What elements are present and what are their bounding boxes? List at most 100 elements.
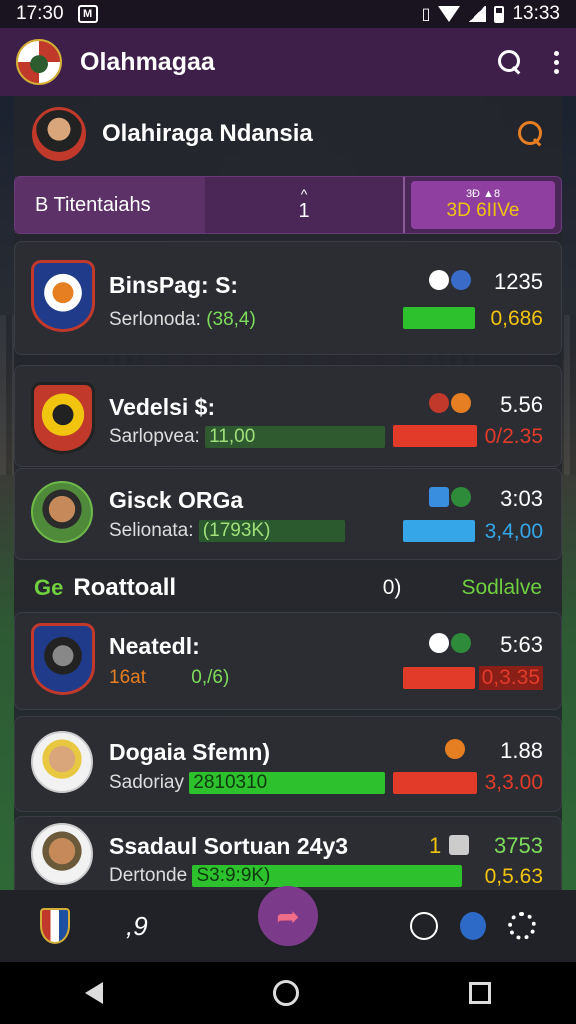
player-avatar bbox=[31, 481, 93, 543]
app-logo bbox=[16, 39, 62, 85]
list-item[interactable]: Ssadaul Sortuan 24y3 Dertonde S3:9:9K) 1… bbox=[14, 816, 562, 894]
item-sub-value: (38,4) bbox=[206, 309, 256, 330]
live-button[interactable]: 3Ð ▲8 3D 6IIVe bbox=[411, 181, 555, 229]
team-crest bbox=[31, 623, 95, 695]
caret-up-icon: ^ bbox=[300, 185, 308, 202]
share-fab-button[interactable]: ➦ bbox=[258, 886, 318, 946]
search-icon[interactable] bbox=[518, 121, 544, 147]
progress-bar bbox=[393, 772, 477, 794]
soccer-ball-icon[interactable] bbox=[410, 912, 438, 940]
more-options-icon[interactable] bbox=[554, 50, 560, 74]
vibrate-icon: ▯ bbox=[421, 6, 431, 23]
item-number: 5.56 bbox=[500, 392, 543, 417]
item-sub-value: 11,00 bbox=[205, 426, 386, 448]
team-crest bbox=[31, 382, 95, 454]
signal-icon bbox=[468, 6, 487, 22]
soccer-ball-icon bbox=[429, 270, 449, 290]
ball-icon bbox=[451, 633, 471, 653]
share-arrow-icon: ➦ bbox=[276, 900, 300, 932]
team-shield-icon[interactable] bbox=[40, 908, 70, 944]
basketball-icon bbox=[445, 739, 465, 759]
section-icon: Ge bbox=[34, 575, 64, 600]
tab-titentaiahs[interactable]: B Titentaiahs bbox=[15, 177, 205, 233]
live-button-caption: 3Ð ▲8 bbox=[465, 188, 501, 200]
progress-bar bbox=[403, 307, 475, 329]
item-name: Ssadaul Sortuan 24y3 bbox=[109, 833, 349, 859]
item-name: Dogaia Sfemn) bbox=[109, 739, 271, 765]
list-item[interactable]: Gisck ORGa Selionata: (1793K) 3:03 3,4,0… bbox=[14, 468, 562, 560]
item-sub-label: Sarlopvea: bbox=[109, 426, 200, 448]
gear-icon[interactable] bbox=[508, 912, 536, 940]
organization-name: Olahiraga Ndansia bbox=[102, 120, 313, 147]
ball-icon bbox=[451, 393, 471, 413]
back-icon[interactable] bbox=[85, 982, 103, 1004]
item-sub-value: 2810310 bbox=[189, 772, 386, 794]
item-number: 3753 bbox=[494, 833, 543, 858]
player-avatar bbox=[31, 823, 93, 885]
item-subtitle: Selionata: (1793K) bbox=[109, 520, 345, 542]
item-value: 3,3.00 bbox=[484, 771, 543, 794]
tab-bar: B Titentaiahs ^ 1 3Ð ▲8 3D 6IIVe bbox=[14, 176, 562, 234]
item-sub-label: 16at bbox=[109, 667, 146, 688]
item-number: 3:03 bbox=[500, 486, 543, 511]
tab-label: B Titentaiahs bbox=[35, 193, 151, 216]
list-item[interactable]: Dogaia Sfemn) Sadoriay 2810310 1.88 3,3.… bbox=[14, 716, 562, 812]
item-value: 0,5.63 bbox=[484, 865, 543, 888]
progress-bar bbox=[393, 425, 477, 447]
home-icon[interactable] bbox=[273, 980, 299, 1006]
progress-bar bbox=[403, 667, 475, 689]
status-time: 17:30 bbox=[16, 3, 64, 24]
item-sub-label: Serlonoda: bbox=[109, 309, 201, 330]
battery-icon bbox=[494, 5, 505, 23]
bottom-nav-count[interactable]: ,9 bbox=[126, 911, 148, 942]
section-count: 0) bbox=[382, 576, 402, 599]
shield-icon bbox=[429, 487, 449, 507]
item-name: Neatedl: bbox=[109, 633, 200, 659]
status-bar: 17:30 M ▯ 13:33 bbox=[0, 0, 576, 28]
system-navigation-bar bbox=[0, 962, 576, 1024]
tab-live[interactable]: 3Ð ▲8 3D 6IIVe bbox=[405, 177, 561, 233]
organization-header: Olahiraga Ndansia bbox=[14, 96, 562, 172]
item-sub-value: S3:9:9K) bbox=[192, 865, 463, 887]
item-subtitle: 16at 0,/6) bbox=[109, 667, 229, 689]
item-sub-value: 0,/6) bbox=[191, 667, 230, 688]
item-sub-label: Dertonde bbox=[109, 865, 188, 887]
team-badge-icon[interactable] bbox=[460, 912, 486, 940]
tab-center[interactable]: ^ 1 bbox=[205, 177, 405, 233]
recents-icon[interactable] bbox=[469, 982, 491, 1004]
status-clock: 13:33 bbox=[512, 3, 560, 24]
item-name: BinsPag: S: bbox=[109, 272, 239, 298]
item-subtitle: Sadoriay 2810310 bbox=[109, 772, 386, 794]
team-crest bbox=[31, 260, 95, 332]
item-value: 0,686 bbox=[490, 307, 543, 330]
item-name: Gisck ORGa bbox=[109, 487, 244, 513]
bottom-navigation: ,9 ➦ bbox=[0, 886, 576, 962]
section-title: Roattoall bbox=[73, 574, 177, 601]
search-icon[interactable] bbox=[498, 50, 522, 74]
soccer-ball-icon bbox=[429, 633, 449, 653]
item-number: 5:63 bbox=[500, 632, 543, 657]
item-name: Vedelsi $: bbox=[109, 394, 216, 420]
progress-bar bbox=[403, 520, 475, 542]
item-value: 0/2.35 bbox=[484, 425, 543, 448]
item-value: 0,3.35 bbox=[478, 666, 543, 690]
item-number: 1.88 bbox=[500, 738, 543, 763]
shield-icon bbox=[429, 393, 449, 413]
item-number: 1235 bbox=[494, 269, 543, 294]
item-sub-value: (1793K) bbox=[198, 520, 345, 542]
item-subtitle: Sarlopvea: 11,00 bbox=[109, 426, 386, 448]
item-sub-label: Selionata: bbox=[109, 520, 194, 542]
tab-label: 1 bbox=[298, 199, 310, 222]
organization-avatar[interactable] bbox=[32, 107, 86, 161]
list-item[interactable]: BinsPag: S: Serlonoda: (38,4) 1235 0,686 bbox=[14, 241, 562, 355]
wifi-icon bbox=[438, 6, 461, 22]
item-prefix: 1 bbox=[429, 833, 442, 858]
section-action[interactable]: Sodlalve bbox=[461, 576, 542, 600]
item-value: 3,4,00 bbox=[484, 520, 543, 543]
item-subtitle: Dertonde S3:9:9K) bbox=[109, 865, 463, 887]
live-button-label: 3D 6IIVe bbox=[446, 200, 520, 221]
list-item[interactable]: Vedelsi $: Sarlopvea: 11,00 5.56 0/2.35 bbox=[14, 365, 562, 467]
list-item[interactable]: Neatedl: 16at 0,/6) 5:63 0,3.35 bbox=[14, 612, 562, 710]
flag-icon bbox=[449, 835, 469, 855]
team-badge-icon bbox=[451, 270, 471, 290]
